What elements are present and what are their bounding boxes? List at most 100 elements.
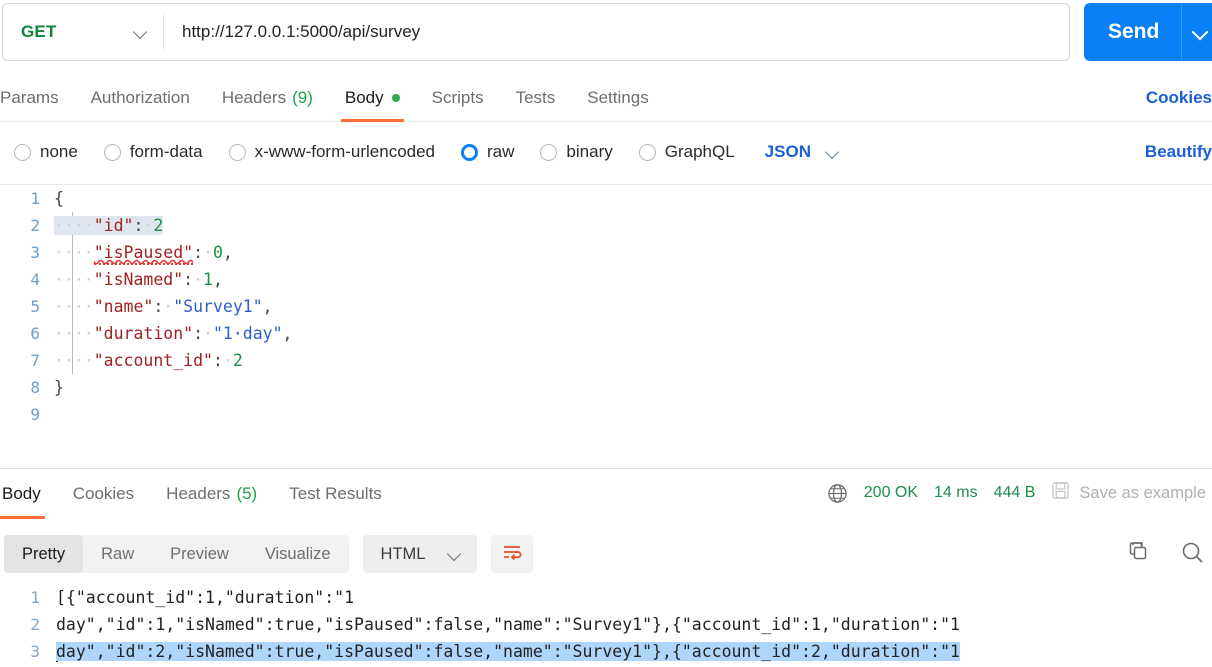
- line-number: 5: [30, 297, 40, 316]
- radio-icon-selected[interactable]: [461, 143, 479, 161]
- radio-icon[interactable]: [540, 143, 558, 161]
- view-raw[interactable]: Raw: [83, 535, 152, 573]
- radio-label: raw: [487, 142, 515, 161]
- tab-params[interactable]: Params: [0, 74, 75, 122]
- code-text[interactable]: }: [54, 378, 64, 397]
- body-type-raw[interactable]: raw: [461, 142, 514, 162]
- http-method-dropdown[interactable]: GET: [3, 4, 163, 60]
- search-icon[interactable]: [1180, 540, 1204, 569]
- view-label: Visualize: [264, 544, 331, 563]
- view-visualize[interactable]: Visualize: [247, 535, 349, 573]
- line-number: 1: [30, 588, 40, 607]
- save-icon: [1051, 481, 1070, 505]
- word-wrap-icon: [501, 542, 523, 567]
- beautify-link[interactable]: Beautify: [1145, 128, 1212, 176]
- tab-label: Headers: [166, 483, 231, 503]
- tab-count: (5): [236, 483, 258, 503]
- response-meta: 200 OK 14 ms 444 B Save as example: [827, 468, 1206, 518]
- chevron-down-icon: [133, 24, 149, 40]
- raw-format-label: JSON: [764, 142, 811, 161]
- url-input[interactable]: http://127.0.0.1:5000/api/survey: [164, 22, 1069, 42]
- view-preview[interactable]: Preview: [152, 535, 247, 573]
- tab-label: Settings: [587, 87, 649, 107]
- radio-label: none: [40, 142, 78, 161]
- response-view-switch: Pretty Raw Preview Visualize: [4, 535, 349, 573]
- code-line: 2 day","id":1,"isNamed":true,"isPaused":…: [0, 611, 1212, 638]
- response-format-dropdown[interactable]: HTML: [362, 535, 478, 573]
- response-size[interactable]: 444 B: [994, 484, 1036, 502]
- radio-icon[interactable]: [638, 143, 656, 161]
- line-number: 3: [30, 642, 40, 661]
- response-body-viewer[interactable]: 1 [{"account_id":1,"duration":"1 2 day",…: [0, 584, 1212, 667]
- tab-label: Tests: [515, 87, 556, 107]
- word-wrap-button[interactable]: [491, 535, 534, 573]
- body-type-binary[interactable]: binary: [540, 142, 613, 162]
- copy-icon[interactable]: [1126, 540, 1150, 569]
- radio-icon[interactable]: [103, 143, 121, 161]
- response-code-text[interactable]: [{"account_id":1,"duration":"1: [56, 588, 354, 607]
- tab-settings[interactable]: Settings: [571, 74, 664, 122]
- view-label: Pretty: [22, 544, 66, 563]
- tab-label: Authorization: [90, 87, 190, 107]
- code-line: 1 [{"account_id":1,"duration":"1: [0, 584, 1212, 611]
- tab-label: Scripts: [431, 87, 484, 107]
- tab-tests[interactable]: Tests: [500, 74, 572, 122]
- code-text[interactable]: ····"account_id":·2: [54, 351, 243, 370]
- tab-body[interactable]: Body: [329, 74, 416, 122]
- code-text[interactable]: ····"isNamed":·1,: [54, 270, 223, 289]
- radio-icon[interactable]: [228, 143, 246, 161]
- radio-icon[interactable]: [14, 143, 31, 161]
- tab-label: Headers: [221, 87, 287, 107]
- body-type-none[interactable]: none: [14, 142, 78, 162]
- line-number: 2: [30, 216, 40, 235]
- raw-format-dropdown[interactable]: JSON: [765, 142, 841, 162]
- http-method-label: GET: [21, 22, 57, 41]
- response-tab-cookies[interactable]: Cookies: [57, 469, 150, 519]
- code-line: 9: [0, 401, 1212, 428]
- line-number: 4: [30, 270, 40, 289]
- chevron-down-icon[interactable]: [1192, 23, 1210, 41]
- divider: [1181, 3, 1183, 61]
- line-number: 8: [30, 378, 40, 397]
- tab-headers[interactable]: Headers (9): [206, 74, 329, 122]
- code-text[interactable]: ····"isPaused":·0,: [54, 243, 233, 265]
- tab-label: Params: [0, 87, 59, 107]
- view-label: Preview: [170, 544, 229, 563]
- body-type-graphql[interactable]: GraphQL: [638, 142, 735, 162]
- code-text[interactable]: ····"id":·2: [54, 216, 164, 235]
- code-line: 3 day","id":2,"isNamed":true,"isPaused":…: [0, 638, 1212, 665]
- tab-label: Body: [344, 87, 384, 107]
- globe-icon[interactable]: [827, 483, 848, 504]
- response-tab-body[interactable]: Body: [0, 469, 57, 519]
- line-number: 2: [30, 615, 40, 634]
- line-number: 1: [30, 189, 40, 208]
- tab-authorization[interactable]: Authorization: [75, 74, 206, 122]
- response-code-text[interactable]: day","id":1,"isNamed":true,"isPaused":fa…: [56, 615, 960, 634]
- code-line: 7 ····"account_id":·2: [0, 347, 1212, 374]
- response-code-text-selected[interactable]: day","id":2,"isNamed":true,"isPaused":fa…: [56, 642, 960, 661]
- chevron-down-icon: [825, 144, 841, 160]
- body-type-form-data[interactable]: form-data: [103, 142, 203, 162]
- send-button[interactable]: Send: [1084, 3, 1212, 61]
- response-tab-test-results[interactable]: Test Results: [273, 469, 398, 519]
- response-actions: [1126, 528, 1204, 580]
- request-body-editor[interactable]: 1 { 2 ····"id":·2 3 ····"isPaused":·0, 4…: [0, 184, 1212, 462]
- code-text[interactable]: ····"name":·"Survey1",: [54, 297, 273, 316]
- code-line: 4 ····"isNamed":·1,: [0, 266, 1212, 293]
- code-line: 6 ····"duration":·"1·day",: [0, 320, 1212, 347]
- code-text[interactable]: {: [54, 189, 64, 208]
- response-time[interactable]: 14 ms: [934, 484, 978, 502]
- code-text[interactable]: ····"duration":·"1·day",: [54, 324, 292, 343]
- tab-label: Body: [2, 483, 41, 503]
- code-line: 5 ····"name":·"Survey1",: [0, 293, 1212, 320]
- cookies-link[interactable]: Cookies: [1146, 74, 1212, 122]
- response-tab-headers[interactable]: Headers (5): [150, 469, 273, 519]
- save-as-example-button[interactable]: Save as example: [1051, 481, 1206, 505]
- code-line: 8 }: [0, 374, 1212, 401]
- body-type-urlencoded[interactable]: x-www-form-urlencoded: [228, 142, 435, 162]
- tab-scripts[interactable]: Scripts: [416, 74, 500, 122]
- body-modified-dot-icon: [391, 93, 400, 102]
- line-number: 9: [30, 405, 40, 424]
- view-pretty[interactable]: Pretty: [4, 535, 84, 573]
- status-code[interactable]: 200 OK: [864, 484, 918, 502]
